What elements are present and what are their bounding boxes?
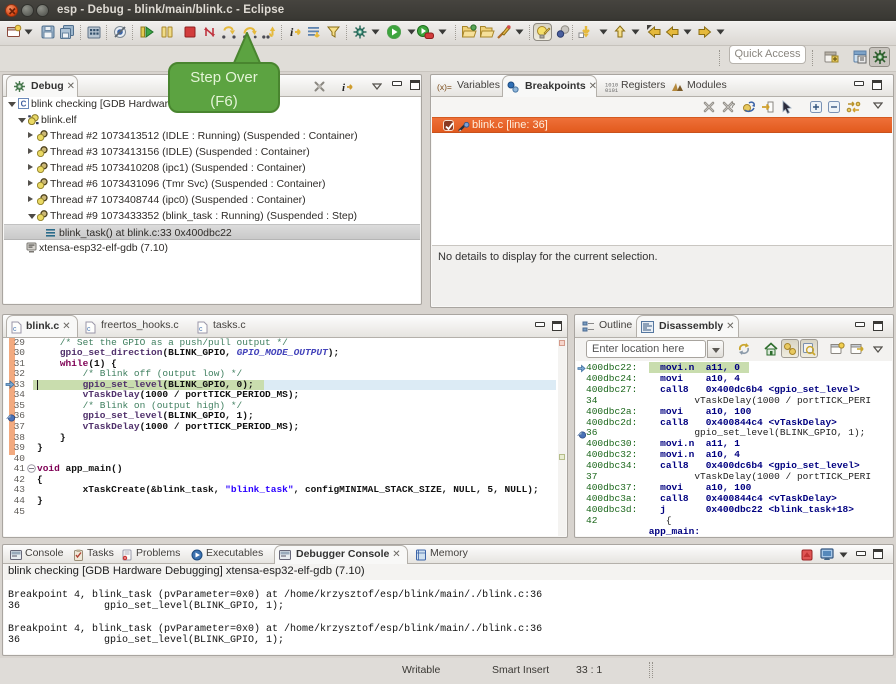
svg-text:c: c <box>13 326 17 333</box>
svg-text:(x)=: (x)= <box>437 82 452 92</box>
svg-text:i: i <box>290 25 294 39</box>
svg-text:c: c <box>199 326 203 333</box>
svg-text:i: i <box>342 82 346 93</box>
svg-text:c: c <box>87 326 91 333</box>
svg-text:0101: 0101 <box>605 87 618 93</box>
svg-text:C: C <box>21 100 27 109</box>
